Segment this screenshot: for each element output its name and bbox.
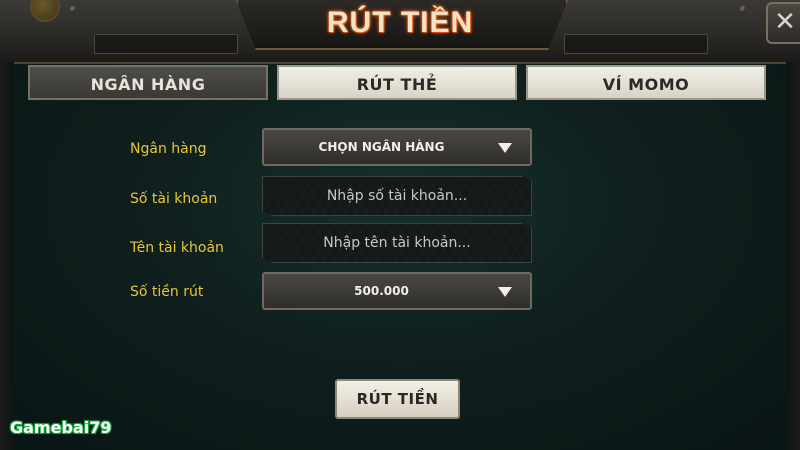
bolt-icon [740,6,746,12]
account-number-input[interactable]: Nhập số tài khoản... [262,176,532,216]
page-title: RÚT TIỀN [326,6,474,39]
amount-select[interactable]: 500.000 [262,272,532,310]
bank-select[interactable]: CHỌN NGÂN HÀNG [262,128,532,166]
bank-label: Ngân hàng [130,141,207,157]
account-number-label: Số tài khoản [130,191,218,207]
coin-icon [30,0,60,22]
account-name-label: Tên tài khoản [130,240,224,256]
tab-momo[interactable]: VÍ MOMO [526,65,766,100]
left-edge [0,62,14,450]
tab-card[interactable]: RÚT THẺ [277,65,517,100]
bank-select-value: CHỌN NGÂN HÀNG [318,140,445,154]
brand-logo: Gamebai79 [10,418,112,437]
amount-label: Số tiền rút [130,284,204,300]
triangle-down-icon [498,143,512,153]
frame-groove [94,34,238,54]
right-edge [786,62,800,450]
close-button[interactable]: ✕ [766,2,800,44]
withdraw-button[interactable]: RÚT TIỀN [335,379,460,419]
tab-bank[interactable]: NGÂN HÀNG [28,65,268,100]
triangle-down-icon [498,287,512,297]
amount-select-value: 500.000 [354,284,409,298]
account-name-input[interactable]: Nhập tên tài khoản... [262,223,532,263]
frame-groove [564,34,708,54]
bolt-icon [70,6,76,12]
close-icon: ✕ [774,7,796,37]
